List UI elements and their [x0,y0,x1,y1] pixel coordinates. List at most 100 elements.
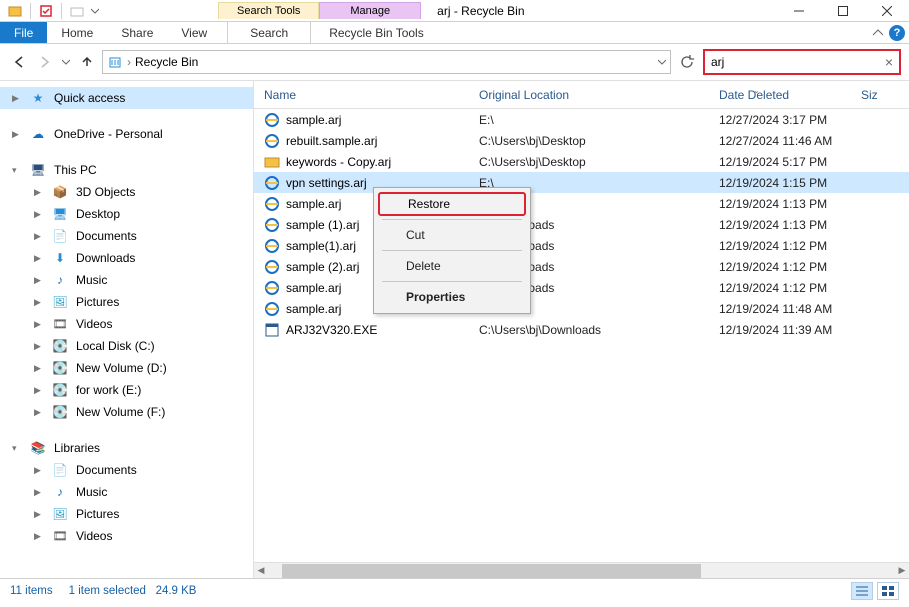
context-properties[interactable]: Properties [376,285,528,309]
context-restore[interactable]: Restore [378,192,526,216]
file-row[interactable]: sample.arjE:\12/27/2024 3:17 PM [254,109,909,130]
file-pane: Name Original Location ⌄ Date Deleted Si… [254,81,909,578]
clear-search-icon[interactable]: × [885,54,893,70]
tab-home[interactable]: Home [47,22,107,43]
tab-share[interactable]: Share [107,22,167,43]
minimize-button[interactable] [777,0,821,22]
qat-new-folder-icon[interactable] [68,2,86,20]
file-row[interactable]: ARJ32V320.EXEC:\Users\bj\Downloads12/19/… [254,319,909,340]
status-bar: 11 items 1 item selected 24.9 KB [0,578,909,602]
recent-dropdown-icon[interactable] [60,51,72,73]
breadcrumb-label[interactable]: Recycle Bin [135,55,198,69]
refresh-button[interactable] [675,50,699,74]
col-original-location[interactable]: Original Location [479,88,719,102]
col-name[interactable]: Name [254,88,479,102]
file-row[interactable]: sample.arj\bj\Downloads12/19/2024 1:12 P… [254,277,909,298]
sidebar-item-onedrive[interactable]: ▶☁ OneDrive - Personal [0,123,253,145]
sidebar-item-lib-child[interactable]: ▶🖼Pictures [0,503,253,525]
file-row[interactable]: sample.arj12/19/2024 1:13 PM [254,193,909,214]
qat-dropdown-icon[interactable] [90,2,100,20]
maximize-button[interactable] [821,0,865,22]
sidebar-item-pc-child[interactable]: ▶🖼Pictures [0,291,253,313]
folder-icon: 🖥 [52,206,68,222]
chevron-right-icon[interactable]: › [127,55,131,69]
sidebar-item-pc-child[interactable]: ▶🎞Videos [0,313,253,335]
search-input[interactable] [711,55,885,69]
sidebar-item-pc-child[interactable]: ▶💽Local Disk (C:) [0,335,253,357]
file-row[interactable]: rebuilt.sample.arjC:\Users\bj\Desktop12/… [254,130,909,151]
file-row[interactable]: sample (1).arj\bj\Downloads12/19/2024 1:… [254,214,909,235]
file-name: sample.arj [286,197,341,211]
sidebar-item-quick-access[interactable]: ▶★ Quick access [0,87,253,109]
horizontal-scrollbar[interactable]: ◀ ▶ [254,562,909,578]
col-size[interactable]: Siz [861,88,909,102]
tab-file[interactable]: File [0,22,47,43]
ie-icon [264,280,280,296]
sidebar-item-pc-child[interactable]: ▶♪Music [0,269,253,291]
back-button[interactable] [8,51,30,73]
file-date: 12/19/2024 1:12 PM [719,281,879,295]
file-row[interactable]: keywords - Copy.arjC:\Users\bj\Desktop12… [254,151,909,172]
up-button[interactable] [76,51,98,73]
sidebar-item-pc-child[interactable]: ▶💽New Volume (F:) [0,401,253,423]
qat-properties-icon[interactable] [37,2,55,20]
folder-icon: ♪ [52,484,68,500]
context-menu: Restore Cut Delete Properties [373,187,531,314]
sidebar-item-pc-child[interactable]: ▶📄Documents [0,225,253,247]
titlebar: Search Tools Manage arj - Recycle Bin [0,0,909,22]
sidebar-item-libraries[interactable]: ▾📚 Libraries [0,437,253,459]
scrollbar-thumb[interactable] [282,564,701,578]
context-cut[interactable]: Cut [376,223,528,247]
scroll-right-icon[interactable]: ▶ [895,565,909,576]
file-row[interactable]: sample (2).arj\bj\Downloads12/19/2024 1:… [254,256,909,277]
sidebar-item-pc-child[interactable]: ▶📦3D Objects [0,181,253,203]
ie-icon [264,238,280,254]
sidebar-item-lib-child[interactable]: ▶📄Documents [0,459,253,481]
sidebar-label: Libraries [54,441,100,455]
sidebar-label: OneDrive - Personal [54,127,163,141]
sidebar-label: Videos [76,529,112,543]
sidebar-label: for work (E:) [76,383,141,397]
folder-icon: 📄 [52,228,68,244]
address-bar[interactable]: › Recycle Bin [102,50,671,74]
ie-icon [264,217,280,233]
details-view-button[interactable] [851,582,873,600]
col-date-deleted[interactable]: ⌄ Date Deleted [719,88,861,102]
folder-icon: 💽 [52,338,68,354]
search-box[interactable]: × [703,49,901,75]
file-date: 12/19/2024 1:12 PM [719,260,879,274]
file-row[interactable]: sample.arjE:\12/19/2024 11:48 AM [254,298,909,319]
folder-icon: 🎞 [52,316,68,332]
help-icon[interactable]: ? [889,25,905,41]
file-name: ARJ32V320.EXE [286,323,377,337]
sort-caret-icon: ⌄ [753,86,760,95]
sidebar-label: Pictures [76,507,119,521]
sidebar-label: 3D Objects [76,185,135,199]
sidebar-item-pc-child[interactable]: ▶🖥Desktop [0,203,253,225]
folder-icon: 💽 [52,360,68,376]
status-selection: 1 item selected [69,585,146,597]
sidebar-item-this-pc[interactable]: ▾🖥 This PC [0,159,253,181]
file-date: 12/19/2024 11:48 AM [719,302,879,316]
file-row[interactable]: vpn settings.arjE:\12/19/2024 1:15 PM [254,172,909,193]
file-row[interactable]: sample(1).arj\bj\Downloads12/19/2024 1:1… [254,235,909,256]
pc-icon: 🖥 [30,162,46,178]
sidebar-item-lib-child[interactable]: ▶🎞Videos [0,525,253,547]
cloud-icon: ☁ [30,126,46,142]
thumbnail-view-button[interactable] [877,582,899,600]
tab-view[interactable]: View [167,22,221,43]
sidebar-item-pc-child[interactable]: ▶⬇Downloads [0,247,253,269]
forward-button[interactable] [34,51,56,73]
tab-search[interactable]: Search [227,22,310,43]
address-dropdown-icon[interactable] [658,58,666,66]
sidebar-item-pc-child[interactable]: ▶💽for work (E:) [0,379,253,401]
sidebar-item-pc-child[interactable]: ▶💽New Volume (D:) [0,357,253,379]
scroll-left-icon[interactable]: ◀ [254,565,268,576]
file-date: 12/19/2024 5:17 PM [719,155,879,169]
close-button[interactable] [865,0,909,22]
sidebar-item-lib-child[interactable]: ▶♪Music [0,481,253,503]
tab-recycle-bin-tools[interactable]: Recycle Bin Tools [310,22,442,43]
sidebar-label: Documents [76,463,137,477]
context-delete[interactable]: Delete [376,254,528,278]
ribbon-expand-icon[interactable] [873,28,883,38]
